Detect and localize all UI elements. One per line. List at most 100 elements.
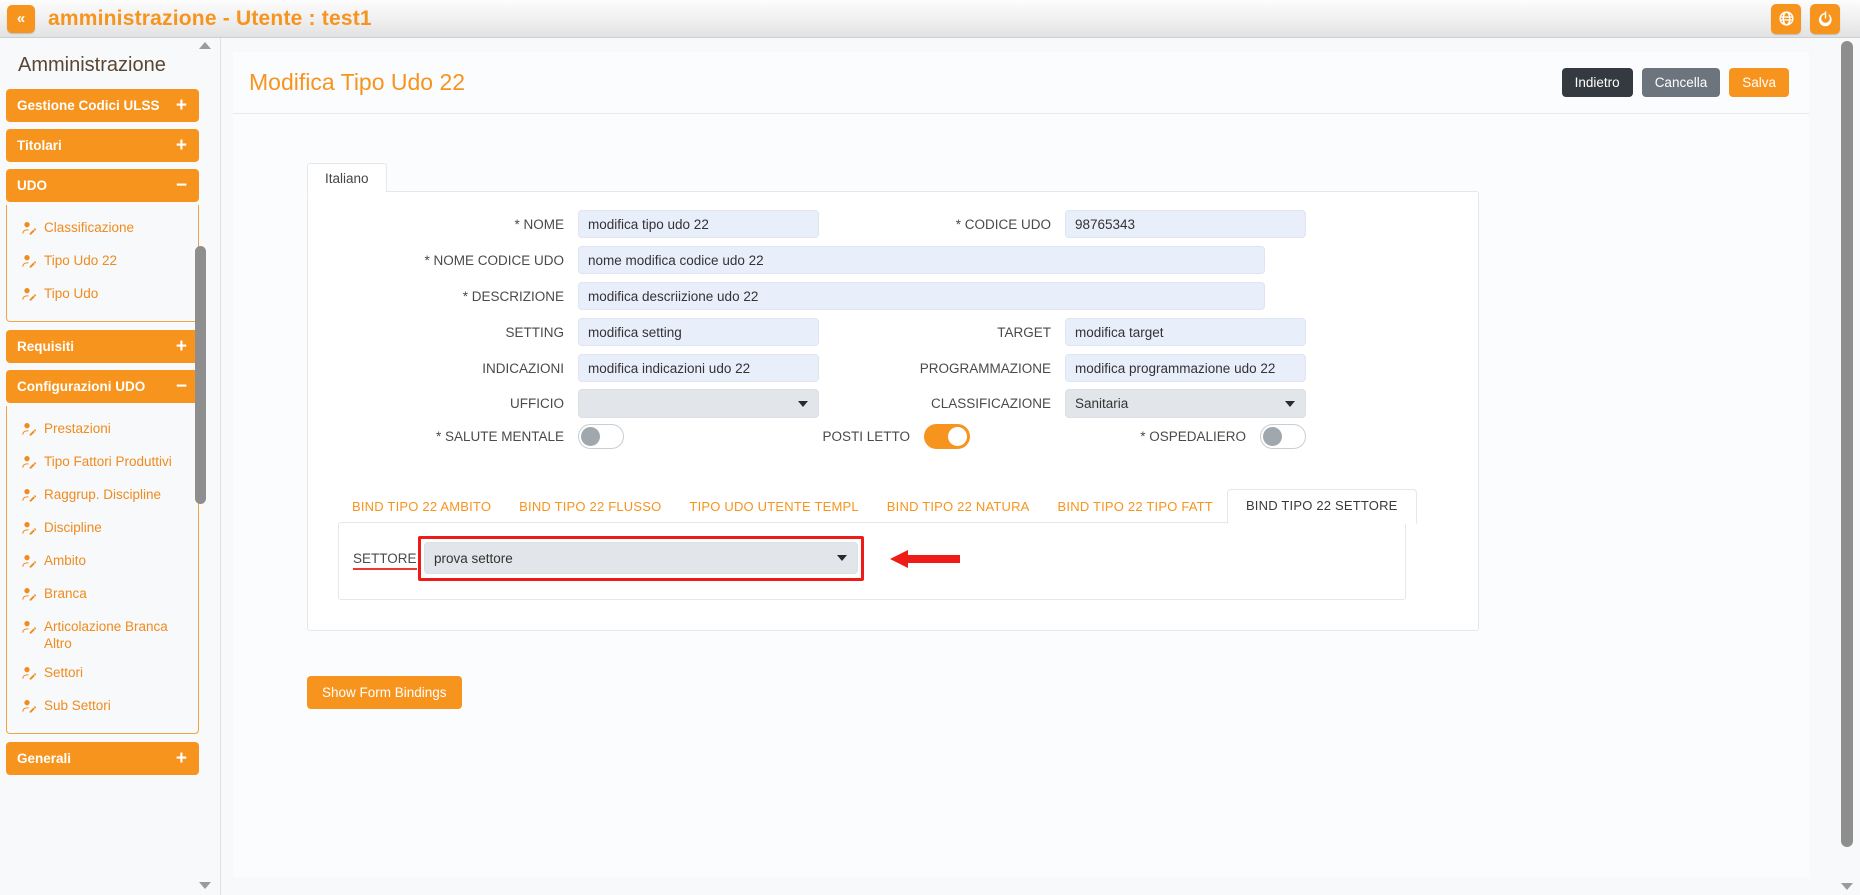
globe-icon [1778,11,1794,26]
bind-tab-bind-tipo-22-ambito[interactable]: BIND TIPO 22 AMBITO [338,491,505,523]
bind-tab-bind-tipo-22-tipo-fatt[interactable]: BIND TIPO 22 TIPO FATT [1044,491,1227,523]
label-nome-codice-udo: * NOME CODICE UDO [424,252,564,268]
plus-icon: + [175,748,187,769]
plus-icon: + [175,95,187,116]
bind-tab-label: BIND TIPO 22 SETTORE [1245,498,1398,513]
select-settore[interactable]: prova settore [424,542,858,574]
annotation-arrow-icon [890,550,960,568]
bind-tab-bind-tipo-22-natura[interactable]: BIND TIPO 22 NATURA [873,491,1044,523]
sidebar-item-label: Discipline [44,520,102,535]
scroll-down-arrow-icon[interactable] [199,882,211,889]
user-edit-icon [21,486,37,507]
scroll-down-arrow-icon[interactable] [1841,883,1853,890]
select-classificazione[interactable]: Sanitaria [1065,389,1306,418]
sidebar-group-label: Gestione Codici ULSS [17,98,160,113]
page-card: Modifica Tipo Udo 22 Indietro Cancella S… [233,52,1809,877]
sidebar-item-tipo-fattori-produttivi[interactable]: Tipo Fattori Produttivi [7,447,198,480]
sidebar-group-requisiti[interactable]: Requisiti + [6,330,199,363]
show-form-bindings-button[interactable]: Show Form Bindings [307,676,462,709]
logout-button[interactable] [1810,3,1840,34]
input-nome[interactable] [578,210,819,238]
sidebar-item-label: Sub Settori [44,698,111,713]
minus-icon: − [175,175,187,196]
input-descrizione[interactable] [578,282,1265,310]
bind-tab-bind-tipo-22-settore[interactable]: BIND TIPO 22 SETTORE [1226,489,1417,524]
sidebar-item-articolazione-branca-altro[interactable]: Articolazione Branca Altro [7,612,198,658]
bind-tab-bind-tipo-22-flusso[interactable]: BIND TIPO 22 FLUSSO [505,491,675,523]
sidebar-content: Amministrazione Gestione Codici ULSS + Tit… [0,38,205,782]
tab-italiano-label: Italiano [325,170,369,186]
sidebar-scrollbar-thumb[interactable] [195,246,206,504]
sidebar-item-raggrup-discipline[interactable]: Raggrup. Discipline [7,480,198,513]
sidebar-group-configurazioni-udo[interactable]: Configurazioni UDO − [6,370,199,403]
sidebar-item-label: Tipo Udo 22 [44,253,118,268]
user-edit-icon [21,585,37,606]
label-posti-letto: POSTI LETTO [822,429,910,444]
indietro-button[interactable]: Indietro [1561,67,1633,98]
label-ospedaliero: * OSPEDALIERO [1140,429,1246,444]
sidebar-group-generali[interactable]: Generali + [6,742,199,775]
chevron-double-left-icon: « [16,10,26,27]
sidebar-item-label: Tipo Fattori Produttivi [44,454,172,469]
label-descrizione: * DESCRIZIONE [462,288,564,304]
sidebar-collapse-button[interactable]: « [7,4,35,33]
user-edit-icon [21,519,37,540]
input-nome-codice-udo[interactable] [578,246,1265,274]
sidebar-item-label: Raggrup. Discipline [44,487,162,502]
sidebar-item-label: Articolazione Branca Altro [44,619,168,651]
sidebar-group-label: Titolari [17,138,62,153]
scroll-up-arrow-icon[interactable] [199,42,211,49]
page-actions: Indietro Cancella Salva [1561,67,1789,98]
sidebar-item-sub-settori[interactable]: Sub Settori [7,691,198,724]
sidebar-group-udo[interactable]: UDO − [6,169,199,202]
input-indicazioni[interactable] [578,354,819,382]
label-setting: SETTING [505,324,564,340]
sidebar-scrollbar[interactable] [194,38,215,895]
user-edit-icon [21,552,37,573]
sidebar-item-tipo-udo-22[interactable]: Tipo Udo 22 [7,246,198,279]
sidebar-item-label: Branca [44,586,87,601]
sidebar-group-label: Configurazioni UDO [17,379,146,394]
input-target[interactable] [1065,318,1306,346]
sidebar-group-titolari[interactable]: Titolari + [6,129,199,162]
toggle-knob [1263,427,1282,446]
toggle-posti-letto[interactable] [924,424,970,449]
language-button[interactable] [1771,3,1801,34]
user-edit-icon [21,664,37,685]
user-edit-icon [21,618,37,639]
top-bar-actions [1771,3,1860,34]
sidebar-item-tipo-udo[interactable]: Tipo Udo [7,279,198,312]
select-ufficio[interactable] [578,389,819,418]
bind-tab-label: BIND TIPO 22 NATURA [886,499,1030,514]
input-programmazione[interactable] [1065,354,1306,382]
power-icon [1818,11,1832,27]
sidebar-group-body: Prestazioni Tipo Fattori Produttivi Raggru… [6,406,199,734]
minus-icon: − [175,376,187,397]
sidebar-item-classificazione[interactable]: Classificazione [7,213,198,246]
cancella-button[interactable]: Cancella [1641,67,1721,98]
main-scrollbar[interactable] [1834,38,1860,895]
sidebar-item-settori[interactable]: Settori [7,658,198,691]
sidebar-item-discipline[interactable]: Discipline [7,513,198,546]
form-row-nome: * NOME * CODICE UDO [308,210,1306,238]
label-classificazione: CLASSIFICAZIONE [930,396,1051,411]
label-settore: SETTORE [353,551,417,570]
sidebar-item-branca[interactable]: Branca [7,579,198,612]
toggle-ospedaliero[interactable] [1260,424,1306,449]
sidebar-groups: Gestione Codici ULSS + Titolari + UDO − Classi… [0,89,205,775]
sidebar-item-ambito[interactable]: Ambito [7,546,198,579]
label-ufficio: UFFICIO [510,396,564,411]
sidebar-group-gestione-codici-ulss[interactable]: Gestione Codici ULSS + [6,89,199,122]
salva-button[interactable]: Salva [1729,67,1789,98]
user-edit-icon [21,453,37,474]
sidebar-item-prestazioni[interactable]: Prestazioni [7,414,198,447]
sidebar-group-label: Generali [17,751,72,766]
input-setting[interactable] [578,318,819,346]
bind-tab-tipo-udo-utente-templ[interactable]: TIPO UDO UTENTE TEMPL [675,491,872,523]
tab-italiano[interactable]: Italiano [307,163,387,193]
toggle-salute-mentale[interactable] [578,424,624,449]
form-panel: Italiano * NOME * CODICE UDO * NOME CODI… [307,163,1479,631]
input-codice-udo[interactable] [1065,210,1306,238]
bind-tabs: BIND TIPO 22 AMBITO BIND TIPO 22 FLUSSO TI… [338,489,1454,524]
main-scrollbar-thumb[interactable] [1841,41,1853,847]
